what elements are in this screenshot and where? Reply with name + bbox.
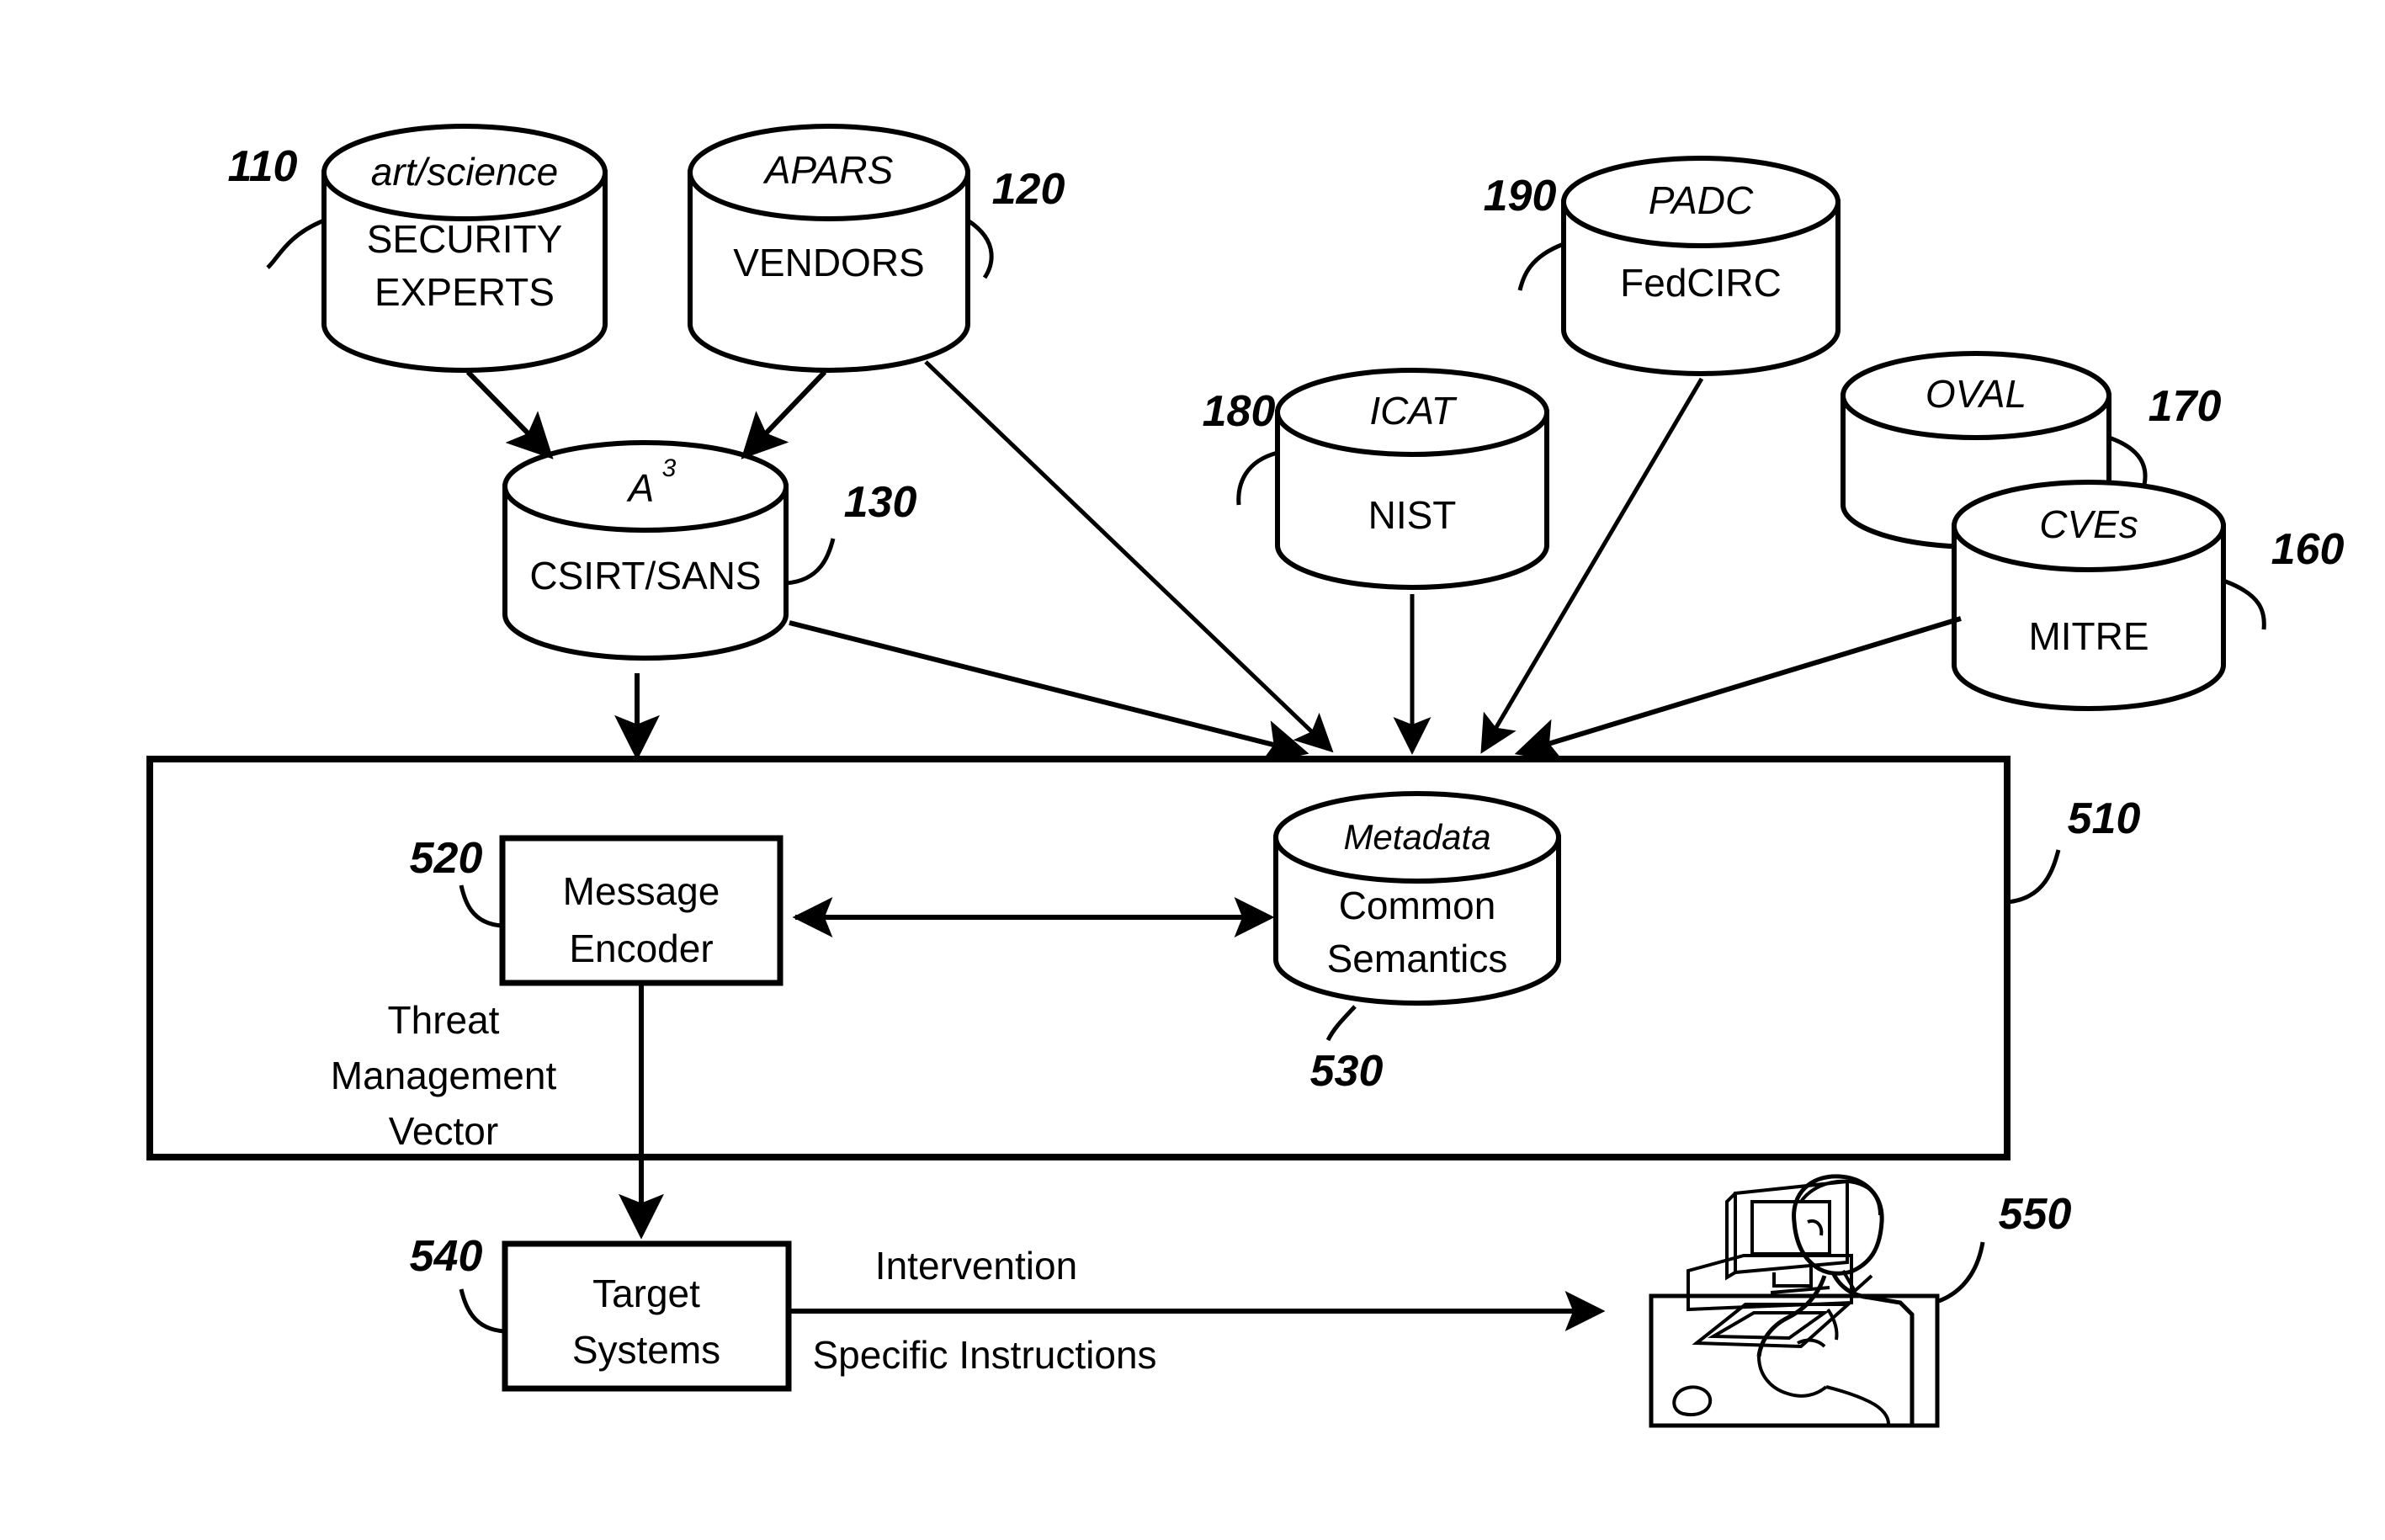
source-cylinder-120: APARS VENDORS 120 [688, 124, 1065, 373]
ref-label-520: 520 [410, 834, 483, 883]
target-systems-line2: Systems [572, 1328, 720, 1372]
source-110-top-label: art/science [371, 150, 558, 194]
message-encoder-line1: Message [563, 869, 720, 913]
edge-160-to-system [1514, 616, 1962, 763]
source-190-top-label: PADC [1649, 178, 1754, 222]
source-180-top-label: ICAT [1369, 389, 1457, 433]
source-160-body-line1: MITRE [2028, 614, 2149, 658]
figure-canvas: art/science SECURITY EXPERTS 110 APARS V… [0, 0, 2385, 1540]
target-systems-line1: Target [592, 1272, 700, 1315]
ref-label-170: 170 [2149, 382, 2222, 431]
message-encoder-line2: Encoder [569, 927, 713, 970]
source-130-body-line1: CSIRT/SANS [529, 554, 761, 597]
ref-label-180: 180 [1203, 387, 1276, 436]
metadata-line1: Common [1339, 884, 1496, 927]
source-cylinder-180: ICAT NIST 180 [1203, 368, 1549, 590]
ref-label-550: 550 [1999, 1190, 2072, 1239]
source-170-top-label: OVAL [1926, 372, 2026, 416]
source-110-body-line2: EXPERTS [374, 270, 555, 314]
edge-label-intervention: Intervention [875, 1244, 1077, 1288]
ref-label-160: 160 [2271, 525, 2345, 574]
metadata-top-label: Metadata [1343, 817, 1490, 857]
ref-label-120: 120 [992, 165, 1065, 214]
threat-vector-label-line1: Threat [388, 998, 500, 1042]
metadata-line2: Semantics [1327, 937, 1508, 980]
source-180-body-line1: NIST [1368, 493, 1457, 537]
source-cylinder-130: A 3 CSIRT/SANS 130 [502, 440, 917, 661]
source-130-top-superscript: 3 [662, 454, 677, 482]
source-160-top-label: CVEs [2039, 502, 2138, 546]
edge-120-to-130 [741, 369, 827, 459]
ref-label-530: 530 [1310, 1047, 1384, 1096]
ref-label-110: 110 [228, 142, 298, 191]
ref-label-130: 130 [844, 478, 917, 527]
user-at-computer-icon: 550 [1649, 1174, 2072, 1428]
source-190-body-line1: FedCIRC [1620, 261, 1782, 305]
edge-110-to-130 [465, 369, 554, 459]
edge-label-specific-instructions: Specific Instructions [812, 1333, 1156, 1377]
ref-label-510: 510 [2068, 794, 2141, 843]
ref-label-190: 190 [1484, 172, 1557, 220]
source-cylinder-160: CVEs MITRE 160 [1952, 480, 2345, 711]
system-box-510 [146, 756, 2011, 1160]
threat-vector-label-line2: Management [331, 1054, 557, 1097]
source-cylinder-190: PADC FedCIRC 190 [1484, 156, 1841, 376]
ref-label-540: 540 [410, 1232, 483, 1281]
source-130-top-label: A [626, 466, 655, 510]
source-120-top-label: APARS [762, 148, 894, 192]
source-120-body-line1: VENDORS [733, 241, 924, 284]
threat-vector-label-line3: Vector [389, 1109, 498, 1153]
edge-130-to-system [789, 620, 1309, 765]
target-systems-box-540: Target Systems 540 [410, 1232, 792, 1392]
source-110-body-line1: SECURITY [367, 217, 563, 261]
source-cylinder-110: art/science SECURITY EXPERTS 110 [228, 124, 608, 373]
